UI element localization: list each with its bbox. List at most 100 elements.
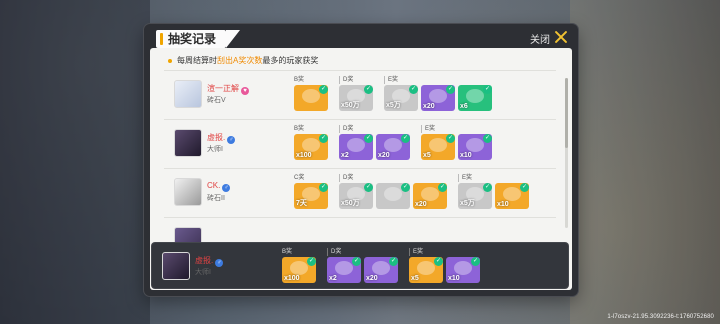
notice-prefix: 每周结算时 <box>177 56 217 65</box>
prize-tile[interactable]: 7天 ✓ <box>294 183 328 209</box>
scrollbar[interactable] <box>565 78 568 228</box>
background-right-panel <box>570 0 720 324</box>
prize-group: E奖 x5 ✓ x10 ✓ <box>421 125 492 160</box>
prize-quantity: x10 <box>448 275 460 282</box>
claimed-check-icon: ✓ <box>307 257 316 266</box>
prize-grade-label: B奖 <box>294 77 305 83</box>
prize-tile[interactable]: x2 ✓ <box>327 257 361 283</box>
claimed-check-icon: ✓ <box>446 85 455 94</box>
key-icon <box>302 89 320 103</box>
coin-icon <box>302 138 320 152</box>
prize-tile[interactable]: x5万 ✓ <box>384 85 418 111</box>
prize-quantity: x5 <box>423 152 431 159</box>
record-row[interactable]: 虚报. ♂ 大师I B奖 x100 ✓ D奖 x2 ✓ x20 ✓ E奖 x5 ✓ x10 ✓ <box>164 119 556 167</box>
prize-tile[interactable]: x20 ✓ <box>413 183 447 209</box>
prize-grade-label: D奖 <box>327 248 398 256</box>
player-name[interactable]: 渲一正解 ♥ <box>207 83 249 95</box>
gem-icon <box>421 187 439 201</box>
prize-tile[interactable]: x5 ✓ <box>421 134 455 160</box>
player-name[interactable]: CK. ♂ <box>207 181 231 192</box>
prize-quantity: x6 <box>460 103 468 110</box>
prize-quantity: x2 <box>341 152 349 159</box>
prize-tile[interactable]: x50万 ✓ <box>339 183 373 209</box>
claimed-check-icon: ✓ <box>364 85 373 94</box>
prize-tile[interactable]: x50万 ✓ <box>339 85 373 111</box>
player-name-text[interactable]: 渲一正解 <box>207 84 239 93</box>
prize-grade-label: B奖 <box>294 126 305 132</box>
prize-tile[interactable]: x2 ✓ <box>339 134 373 160</box>
avatar[interactable] <box>174 129 202 157</box>
prize-quantity: x20 <box>378 152 390 159</box>
record-row[interactable]: 渲一正解 ♥ 砖石V B奖 ✓ D奖 x50万 ✓ E奖 x5万 ✓ x20 ✓ x6 ✓ <box>164 70 556 118</box>
scroll-thumb[interactable] <box>565 78 568 148</box>
prize-tile[interactable]: x20 ✓ <box>364 257 398 283</box>
claimed-check-icon: ✓ <box>352 257 361 266</box>
player-name-text[interactable]: CK. <box>207 181 220 190</box>
prize-group: E奖 x5万 ✓ x20 ✓ x6 ✓ <box>384 76 492 111</box>
claimed-check-icon: ✓ <box>319 134 328 143</box>
chest-icon <box>347 138 365 152</box>
build-info: 1-l7oszv-21.95.3092236-t:1760752680 <box>607 314 714 320</box>
player-name-text[interactable]: 虚报. <box>195 256 213 265</box>
male-badge-icon: ♂ <box>227 136 236 144</box>
prize-tile[interactable]: x10 ✓ <box>446 257 480 283</box>
prize-tile[interactable]: x10 ✓ <box>458 134 492 160</box>
prize-quantity: x5万 <box>460 200 475 207</box>
claimed-check-icon: ✓ <box>319 85 328 94</box>
close-icon[interactable] <box>554 30 568 44</box>
prize-group: C奖 7天 ✓ <box>294 174 328 209</box>
player-rank: 大师I <box>195 269 211 276</box>
prize-group: E奖 x5万 ✓ x10 ✓ <box>458 174 529 209</box>
record-list[interactable]: 渲一正解 ♥ 砖石V B奖 ✓ D奖 x50万 ✓ E奖 x5万 ✓ x20 ✓ x6 ✓ 虚报. ♂ 大师I B奖… <box>164 70 556 266</box>
player-name[interactable]: 虚报. ♂ <box>195 255 224 267</box>
prize-tile[interactable]: x6 ✓ <box>458 85 492 111</box>
prize-quantity: x50万 <box>341 200 360 207</box>
prize-quantity: x20 <box>415 201 427 208</box>
prize-tiles: x2 ✓ x20 ✓ <box>339 134 410 160</box>
prize-tile[interactable]: x10 ✓ <box>495 183 529 209</box>
notice-suffix: 最多的玩家获奖 <box>262 56 319 65</box>
player-name-text[interactable]: 虚报. <box>207 133 225 142</box>
heart-badge-icon: ♥ <box>241 87 249 95</box>
prize-grade-label: B奖 <box>282 249 293 255</box>
my-record-row[interactable]: 虚报. ♂ 大师I B奖 x100 ✓ D奖 x2 ✓ x20 ✓ E奖 x5 ✓ x10 ✓ <box>152 243 568 288</box>
prize-grade-label: E奖 <box>458 174 529 182</box>
dialog-title-bar: 抽奖记录 关闭 <box>150 28 572 50</box>
player-name[interactable]: 虚报. ♂ <box>207 132 236 144</box>
avatar[interactable] <box>174 80 202 108</box>
prize-tile[interactable]: ✓ <box>294 85 328 111</box>
avatar[interactable] <box>162 252 190 280</box>
prize-tiles: x100 ✓ <box>294 134 328 160</box>
claimed-check-icon: ✓ <box>364 183 373 192</box>
prize-tile[interactable]: x5 ✓ <box>409 257 443 283</box>
prize-grade-label: C奖 <box>294 175 305 181</box>
prize-tile[interactable]: x100 ✓ <box>294 134 328 160</box>
coin-icon <box>429 138 447 152</box>
claimed-check-icon: ✓ <box>471 257 480 266</box>
claimed-check-icon: ✓ <box>364 134 373 143</box>
prize-grade-label: E奖 <box>384 76 492 84</box>
prize-quantity: 7天 <box>296 200 307 207</box>
prize-tile[interactable]: x20 ✓ <box>421 85 455 111</box>
gem-icon <box>384 138 402 152</box>
prize-quantity: x5万 <box>386 102 401 109</box>
avatar[interactable] <box>174 178 202 206</box>
record-row[interactable]: CK. ♂ 砖石II C奖 7天 ✓ D奖 x50万 ✓ ✓ x20 ✓ E奖 x5万 ✓ x10 ✓ <box>164 168 556 216</box>
male-badge-icon: ♂ <box>215 259 224 267</box>
prize-tile[interactable]: ✓ <box>376 183 410 209</box>
claimed-check-icon: ✓ <box>319 183 328 192</box>
notice-highlight: 刮出A奖次数 <box>217 56 263 65</box>
claimed-check-icon: ✓ <box>483 183 492 192</box>
prize-grade-label: E奖 <box>409 248 480 256</box>
claimed-check-icon: ✓ <box>438 183 447 192</box>
claimed-check-icon: ✓ <box>483 85 492 94</box>
male-badge-icon: ♂ <box>222 184 231 192</box>
prize-tile[interactable]: x100 ✓ <box>282 257 316 283</box>
prize-quantity: x10 <box>460 152 472 159</box>
close-label[interactable]: 关闭 <box>530 31 550 46</box>
record-row[interactable]: 虚报. ♂ 大师I B奖 x100 ✓ D奖 x2 ✓ x20 ✓ E奖 x5 ✓ x10 ✓ <box>152 243 544 291</box>
prize-tile[interactable]: x20 ✓ <box>376 134 410 160</box>
prize-tile[interactable]: x5万 ✓ <box>458 183 492 209</box>
prize-tiles: x50万 ✓ ✓ x20 ✓ <box>339 183 447 209</box>
prize-grade-label: D奖 <box>339 174 447 182</box>
